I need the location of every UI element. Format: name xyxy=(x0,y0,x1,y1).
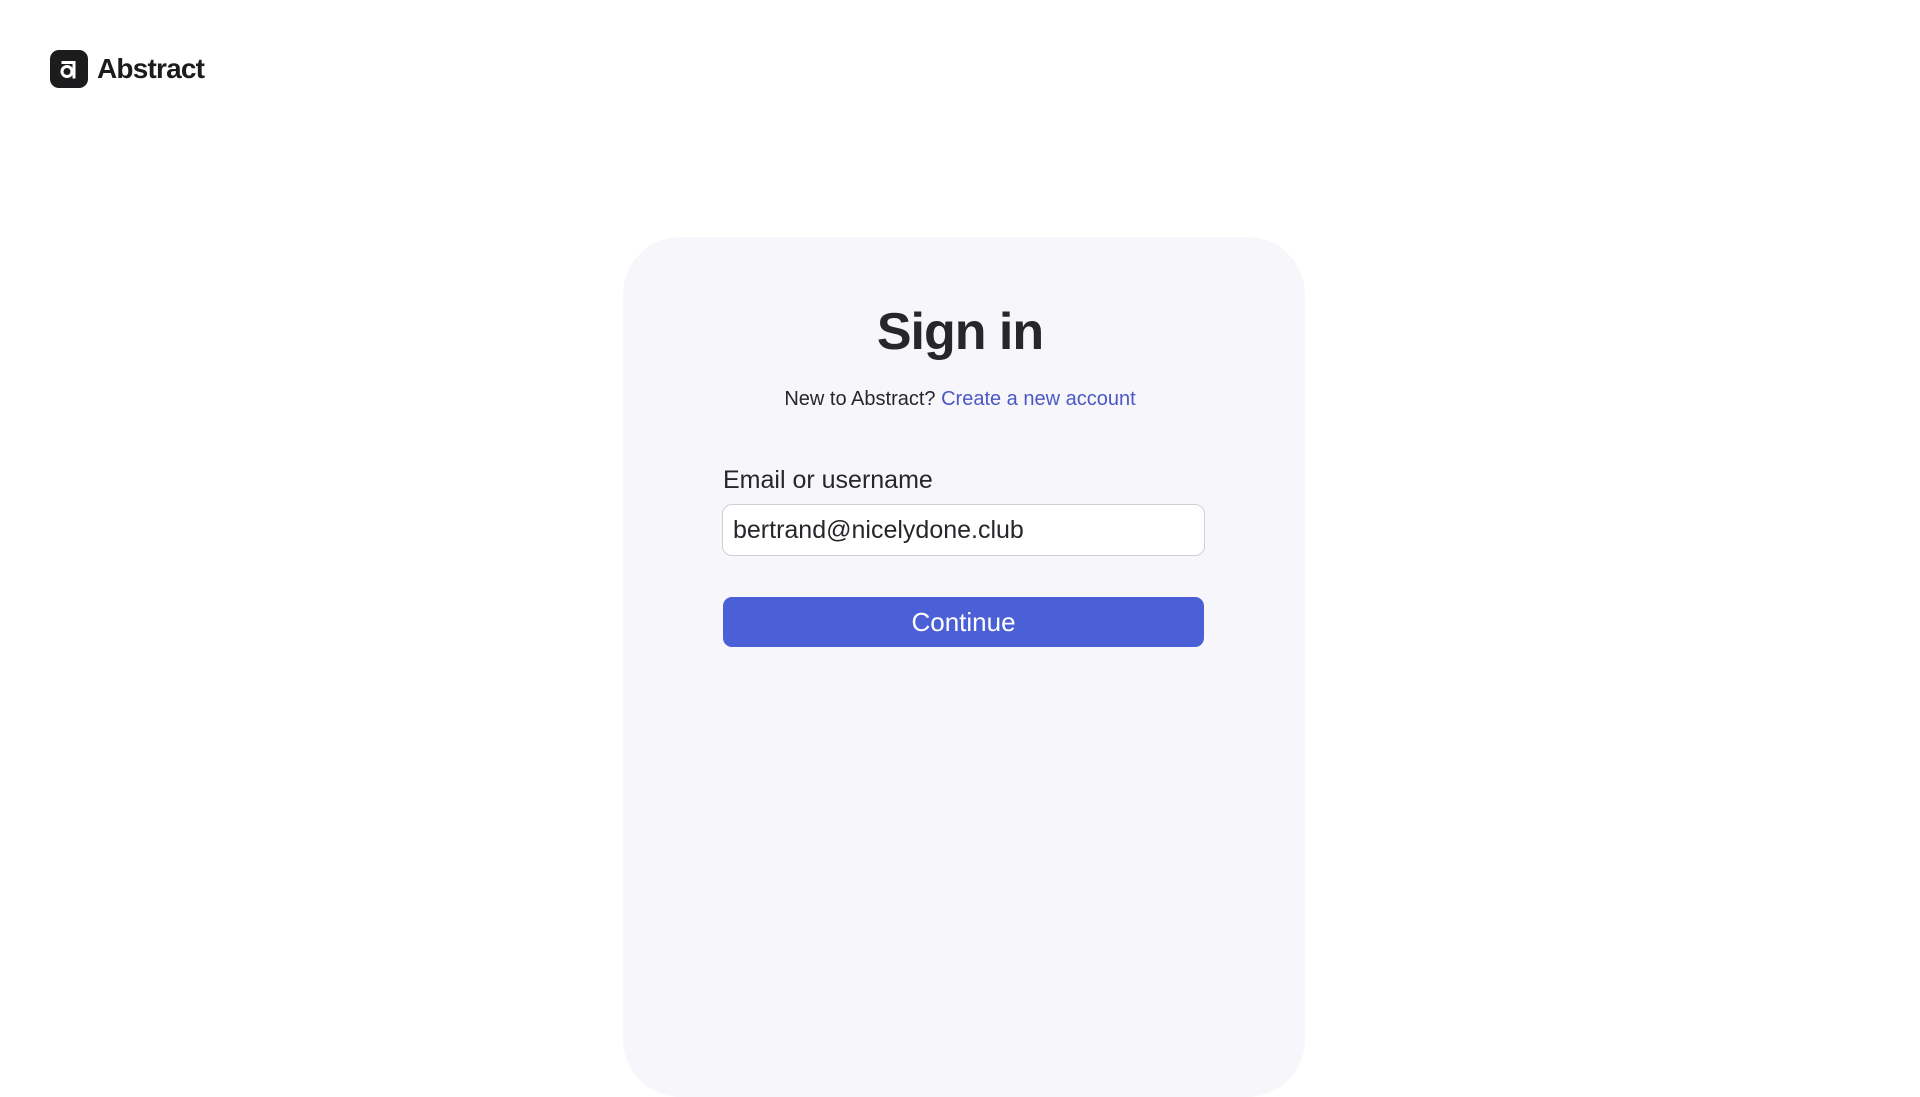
email-label: Email or username xyxy=(723,466,933,494)
signin-card xyxy=(623,237,1305,1097)
page-title: Sign in xyxy=(876,303,1044,361)
create-account-link[interactable]: Create a new account xyxy=(941,388,1136,410)
signup-prompt-text: New to Abstract? xyxy=(784,388,936,410)
continue-button[interactable]: Continue xyxy=(723,597,1204,647)
brand-header[interactable]: Abstract xyxy=(50,50,205,88)
brand-name: Abstract xyxy=(97,53,205,84)
email-input[interactable] xyxy=(722,504,1205,556)
abstract-logo-icon xyxy=(50,50,88,88)
signup-prompt: New to Abstract? Create a new account xyxy=(0,387,1920,411)
